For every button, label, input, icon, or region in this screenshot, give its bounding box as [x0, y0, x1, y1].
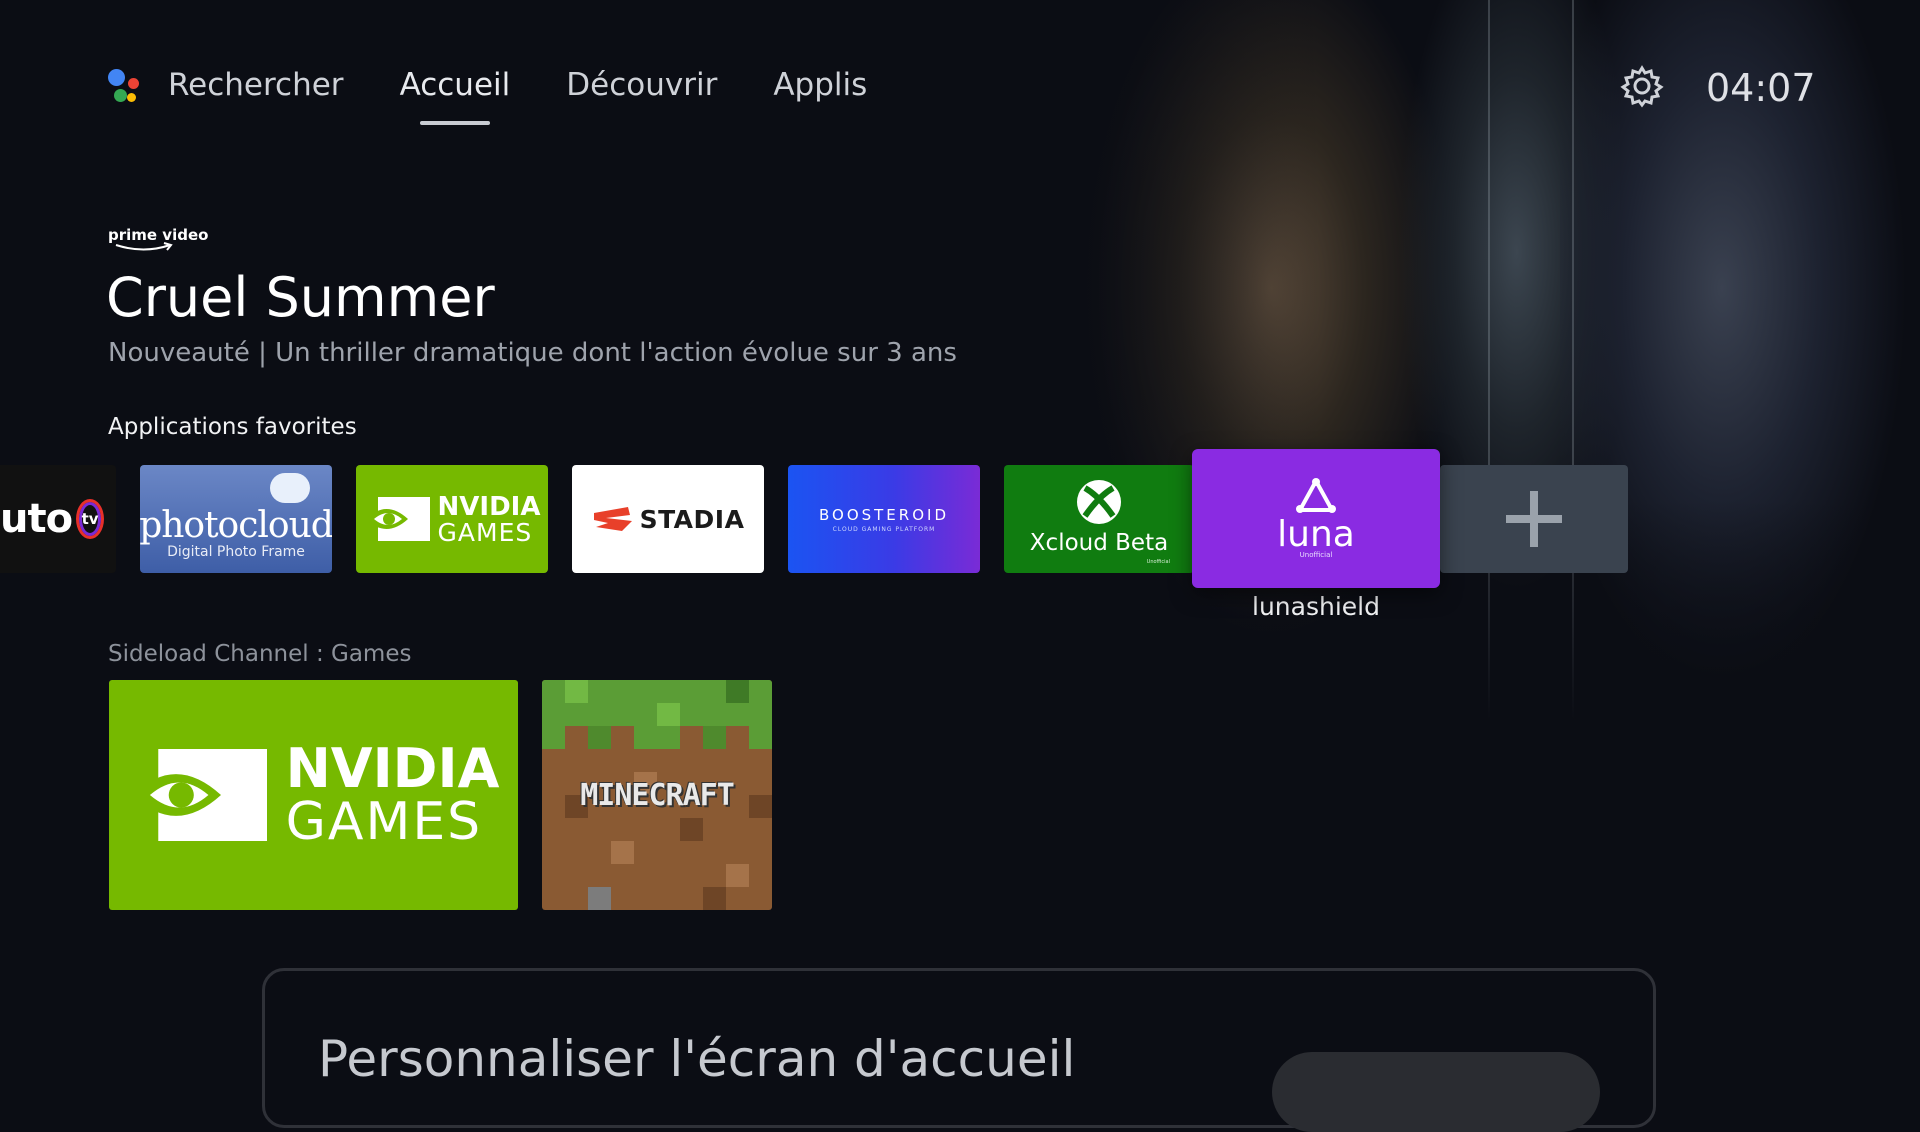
nvidia-logo-text: NVIDIA	[437, 491, 541, 522]
nvidia-eye-icon	[132, 749, 267, 841]
add-favorite-button[interactable]	[1440, 465, 1628, 573]
nvidia-eye-icon	[365, 497, 430, 541]
app-tile-pluto-tv[interactable]: uto tv	[0, 465, 116, 573]
game-card-nvidia-games[interactable]: NVIDIA GAMES	[109, 680, 518, 910]
luna-unofficial-label: Unofficial	[1299, 551, 1333, 559]
stadia-logo-text: STADIA	[639, 504, 745, 534]
luna-icon	[1296, 478, 1336, 513]
games-row-title: Sideload Channel : Games	[108, 641, 412, 667]
app-tile-stadia[interactable]: STADIA	[572, 465, 764, 573]
nav-home[interactable]: Accueil	[400, 67, 510, 125]
xbox-icon	[1077, 480, 1121, 524]
favorites-row-title: Applications favorites	[108, 414, 357, 440]
clock: 04:07	[1706, 66, 1816, 110]
hero-subtitle: Nouveauté | Un thriller dramatique dont …	[108, 338, 957, 368]
luna-logo-text: luna	[1277, 514, 1355, 555]
game-card-minecraft[interactable]: MINECRAFT	[542, 680, 772, 910]
app-tile-nvidia-games[interactable]: NVIDIA GAMES	[356, 465, 548, 573]
prime-video-logo: prime video	[108, 226, 208, 251]
focused-app-label: lunashield	[1252, 592, 1380, 621]
top-nav: Rechercher Accueil Découvrir Applis	[108, 60, 923, 125]
xcloud-unofficial-label: Unofficial	[1146, 559, 1170, 565]
customize-home-title: Personnaliser l'écran d'accueil	[318, 1030, 1076, 1088]
pluto-logo-text: uto	[0, 496, 73, 542]
stadia-icon	[593, 507, 632, 531]
minecraft-logo-text: MINECRAFT	[580, 778, 735, 813]
nav-discover[interactable]: Découvrir	[566, 67, 717, 103]
boosteroid-logo-text: BOOSTEROID	[818, 505, 949, 524]
app-tile-xcloud[interactable]: Xcloud Beta Unofficial	[1004, 465, 1194, 573]
google-assistant-icon[interactable]	[108, 67, 148, 103]
photocloud-subtitle: Digital Photo Frame	[167, 543, 305, 560]
games-logo-text: GAMES	[437, 517, 533, 547]
photocloud-logo-text: photocloud	[140, 504, 332, 546]
nvidia-logo-text: NVIDIA	[285, 737, 500, 800]
app-tile-lunashield[interactable]: luna Unofficial	[1192, 449, 1440, 588]
hero-title[interactable]: Cruel Summer	[106, 266, 495, 329]
games-logo-text: GAMES	[285, 792, 483, 852]
boosteroid-subtitle: CLOUD GAMING PLATFORM	[832, 525, 936, 533]
plus-icon	[1506, 491, 1562, 547]
customize-home-button[interactable]	[1272, 1052, 1600, 1132]
gear-icon[interactable]	[1620, 64, 1664, 108]
cloud-icon	[270, 473, 310, 503]
xcloud-logo-text: Xcloud Beta	[1029, 530, 1169, 556]
pluto-tv-badge: tv	[76, 499, 104, 539]
nav-apps[interactable]: Applis	[773, 67, 867, 103]
app-tile-boosteroid[interactable]: BOOSTEROID CLOUD GAMING PLATFORM	[788, 465, 980, 573]
nav-search[interactable]: Rechercher	[168, 67, 344, 103]
app-tile-photocloud[interactable]: photocloud Digital Photo Frame	[140, 465, 332, 573]
